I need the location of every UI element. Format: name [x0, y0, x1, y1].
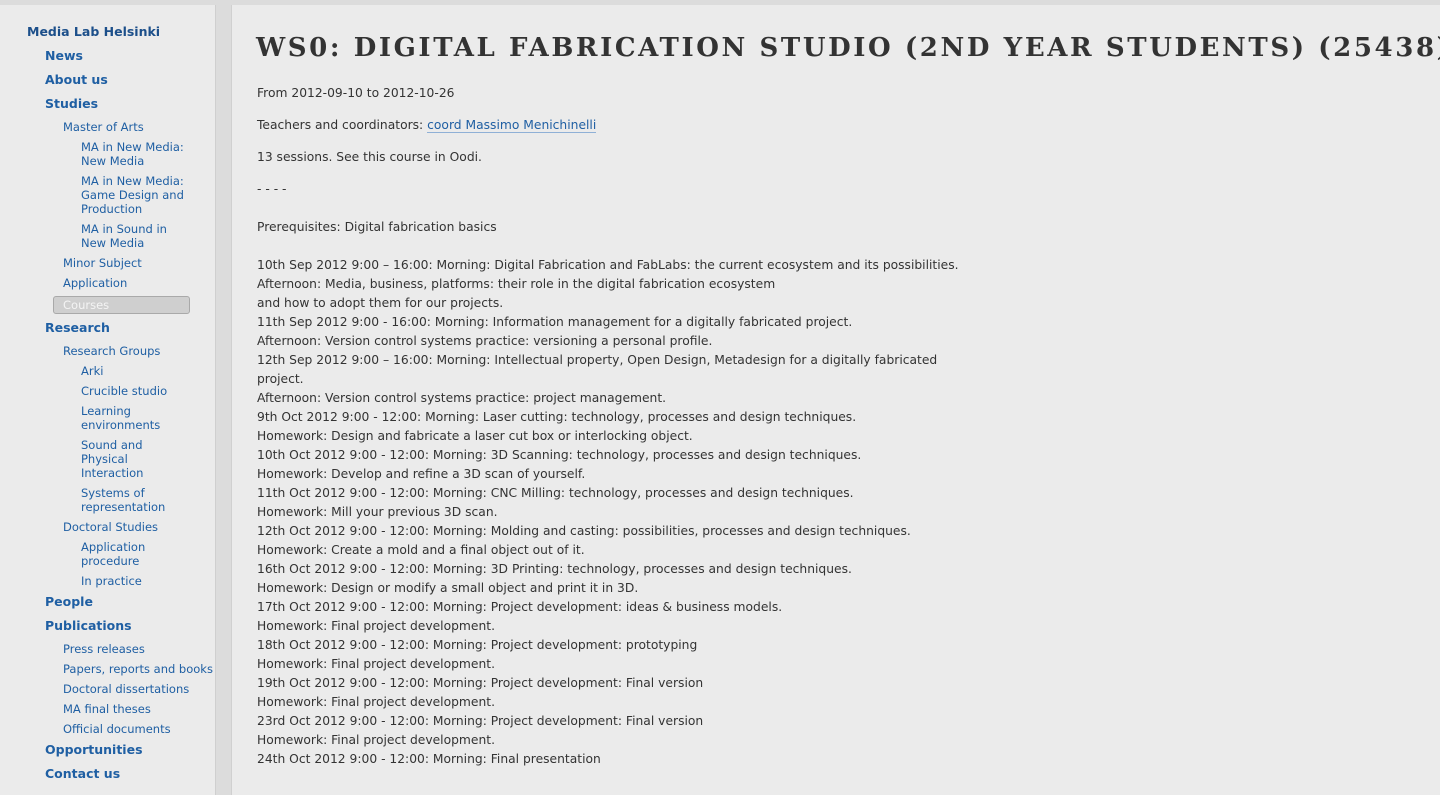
schedule-line: 23rd Oct 2012 9:00 - 12:00: Morning: Pro…	[257, 714, 704, 728]
teachers-line: Teachers and coordinators: coord Massimo…	[257, 116, 937, 135]
nav-item-ma-final-theses[interactable]: MA final theses	[0, 702, 215, 716]
nav-item-official-documents[interactable]: Official documents	[0, 722, 215, 736]
schedule-line: Homework: Final project development.	[257, 733, 495, 747]
nav-item-ma-sound[interactable]: MA in Sound in New Media	[0, 222, 185, 250]
schedule-line: Homework: Design and fabricate a laser c…	[257, 429, 693, 443]
schedule-line: 10th Oct 2012 9:00 - 12:00: Morning: 3D …	[257, 448, 862, 462]
nav-item-about-us[interactable]: About us	[0, 72, 215, 88]
nav-item-press-releases[interactable]: Press releases	[0, 642, 215, 656]
nav-item-doctoral-dissertations[interactable]: Doctoral dissertations	[0, 682, 215, 696]
nav-item-research[interactable]: Research	[0, 320, 215, 336]
teachers-label: Teachers and coordinators:	[257, 118, 424, 132]
nav-item-systems-of-representation[interactable]: Systems of representation	[0, 486, 185, 514]
teacher-link[interactable]: coord Massimo Menichinelli	[427, 118, 597, 133]
page-title: WS0: DIGITAL FABRICATION STUDIO (2ND YEA…	[256, 33, 1440, 63]
schedule-line: Afternoon: Version control systems pract…	[257, 391, 667, 405]
schedule-line: project.	[257, 372, 304, 386]
prerequisites-text: Prerequisites: Digital fabrication basic…	[257, 220, 497, 234]
nav-item-media-lab-helsinki[interactable]: Media Lab Helsinki	[0, 24, 215, 40]
schedule-line: Homework: Final project development.	[257, 619, 495, 633]
nav-item-ma-new-media[interactable]: MA in New Media: New Media	[0, 140, 185, 168]
schedule-line: Homework: Design or modify a small objec…	[257, 581, 639, 595]
schedule-line: 12th Sep 2012 9:00 – 16:00: Morning: Int…	[257, 353, 938, 367]
nav-item-sound-physical-interaction[interactable]: Sound and Physical Interaction	[0, 438, 185, 480]
nav-item-contact-us[interactable]: Contact us	[0, 766, 215, 782]
schedule-line: Homework: Final project development.	[257, 695, 495, 709]
nav-item-publications[interactable]: Publications	[0, 618, 215, 634]
nav-item-master-of-arts[interactable]: Master of Arts	[0, 120, 215, 134]
schedule-line: 11th Sep 2012 9:00 - 16:00: Morning: Inf…	[257, 315, 853, 329]
nav-item-news[interactable]: News	[0, 48, 215, 64]
nav-item-crucible-studio[interactable]: Crucible studio	[0, 384, 185, 398]
course-body: From 2012-09-10 to 2012-10-26 Teachers a…	[257, 84, 959, 769]
schedule-line: 11th Oct 2012 9:00 - 12:00: Morning: CNC…	[257, 486, 854, 500]
nav-item-ma-game-design[interactable]: MA in New Media: Game Design and Product…	[0, 174, 185, 216]
sessions-text: 13 sessions. See this course in Oodi.	[257, 150, 482, 164]
schedule-line: 24th Oct 2012 9:00 - 12:00: Morning: Fin…	[257, 752, 601, 766]
schedule-line: and how to adopt them for our projects.	[257, 296, 504, 310]
schedule-line: 12th Oct 2012 9:00 - 12:00: Morning: Mol…	[257, 524, 911, 538]
schedule-line: 17th Oct 2012 9:00 - 12:00: Morning: Pro…	[257, 600, 783, 614]
nav-item-courses[interactable]: Courses	[53, 296, 190, 314]
schedule-line: Afternoon: Media, business, platforms: t…	[257, 277, 776, 291]
nav-item-research-groups[interactable]: Research Groups	[0, 344, 215, 358]
nav-item-application-procedure[interactable]: Application procedure	[0, 540, 185, 568]
nav-item-doctoral-studies[interactable]: Doctoral Studies	[0, 520, 215, 534]
nav-item-opportunities[interactable]: Opportunities	[0, 742, 215, 758]
schedule-line: 18th Oct 2012 9:00 - 12:00: Morning: Pro…	[257, 638, 698, 652]
schedule-line: 16th Oct 2012 9:00 - 12:00: Morning: 3D …	[257, 562, 852, 576]
nav-item-in-practice[interactable]: In practice	[0, 574, 185, 588]
schedule-list: 10th Sep 2012 9:00 – 16:00: Morning: Dig…	[257, 256, 959, 769]
main-content: WS0: DIGITAL FABRICATION STUDIO (2ND YEA…	[231, 5, 1440, 795]
schedule-line: Afternoon: Version control systems pract…	[257, 334, 713, 348]
schedule-line: Homework: Mill your previous 3D scan.	[257, 505, 498, 519]
separator: - - - -	[257, 182, 287, 196]
nav-item-studies[interactable]: Studies	[0, 96, 215, 112]
course-dates: From 2012-09-10 to 2012-10-26	[257, 86, 455, 100]
schedule-line: 19th Oct 2012 9:00 - 12:00: Morning: Pro…	[257, 676, 704, 690]
nav-item-application[interactable]: Application	[0, 276, 215, 290]
sidebar-nav: Media Lab Helsinki News About us Studies…	[0, 5, 216, 795]
nav-item-minor-subject[interactable]: Minor Subject	[0, 256, 215, 270]
schedule-line: 10th Sep 2012 9:00 – 16:00: Morning: Dig…	[257, 258, 959, 272]
schedule-line: Homework: Create a mold and a final obje…	[257, 543, 585, 557]
nav-item-learning-environments[interactable]: Learning environments	[0, 404, 185, 432]
schedule-line: Homework: Final project development.	[257, 657, 495, 671]
nav-item-people[interactable]: People	[0, 594, 215, 610]
schedule-line: 9th Oct 2012 9:00 - 12:00: Morning: Lase…	[257, 410, 857, 424]
schedule-line: Homework: Develop and refine a 3D scan o…	[257, 467, 586, 481]
nav-item-arki[interactable]: Arki	[0, 364, 185, 378]
nav-list: Media Lab Helsinki News About us Studies…	[0, 24, 215, 782]
nav-item-papers-reports-books[interactable]: Papers, reports and books	[0, 662, 215, 676]
